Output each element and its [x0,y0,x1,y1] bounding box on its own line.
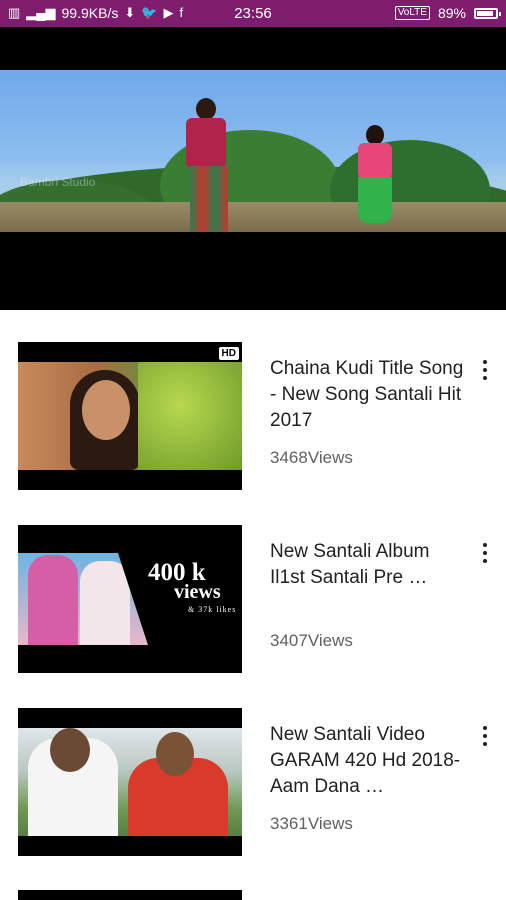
dancer-man [178,98,238,232]
more-options-icon[interactable] [476,541,494,565]
video-views: 3407Views [270,631,353,650]
thumbnail-image [18,728,242,836]
status-right: VoLTE 89% [394,5,501,21]
video-views: 3468Views [270,448,353,467]
more-options-icon[interactable] [476,724,494,748]
battery-percent: 89% [437,5,466,21]
battery-fill [477,10,494,16]
list-item[interactable]: New Santali Video GARAM 420 Hd 2018-Aam … [0,708,506,868]
video-thumbnail[interactable]: HD [18,342,242,490]
video-player[interactable]: Bambri Studio [0,27,506,310]
video-title[interactable]: New Santali Album Il1st Santali Pre … [270,539,466,591]
thumbnail-text-views: views [174,581,221,603]
video-title[interactable]: Chaina Kudi Title Song - New Song Santal… [270,356,466,434]
battery-icon [474,7,501,19]
more-options-icon[interactable] [476,358,494,382]
ground [0,202,506,232]
video-thumbnail[interactable] [18,708,242,856]
video-thumbnail[interactable]: 400 k views & 37k likes [18,525,242,673]
list-item[interactable]: 400 k views & 37k likes New Santali Albu… [0,525,506,685]
video-title[interactable]: New Santali Video GARAM 420 Hd 2018-Aam … [270,722,466,800]
thumbnail-image [18,362,242,470]
video-frame: Bambri Studio [0,70,506,232]
thumbnail-text-small: & 37k likes [188,605,237,614]
volte-badge: VoLTE [394,6,430,20]
video-thumbnail[interactable] [18,890,242,900]
status-bar: ▥ ▂▄▆ 99.9KB/s ⬇ 🐦 ▶ f 23:56 VoLTE 89% [0,0,506,27]
dancer-woman [352,125,402,232]
video-views: 3361Views [270,814,353,833]
video-watermark: Bambri Studio [20,175,96,189]
hd-badge: HD [218,347,239,360]
list-item[interactable]: HD Chaina Kudi Title Song - New Song San… [0,342,506,502]
thumbnail-image: 400 k views & 37k likes [18,545,242,653]
